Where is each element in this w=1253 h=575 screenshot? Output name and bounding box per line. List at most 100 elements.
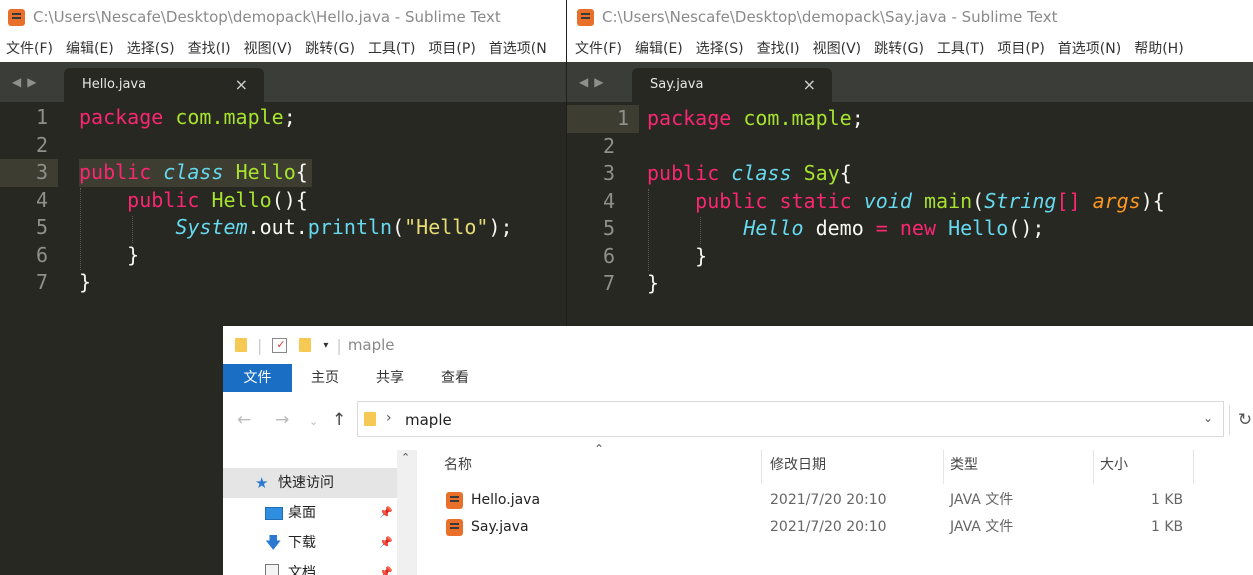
close-icon[interactable]: ×	[803, 75, 816, 94]
menu-file[interactable]: 文件(F)	[569, 38, 629, 58]
code-text: public class Say{	[647, 161, 852, 185]
menu-help[interactable]: 帮助(H)	[1128, 38, 1190, 58]
properties-check-icon[interactable]: ✓	[272, 337, 288, 353]
menu-goto[interactable]: 跳转(G)	[868, 38, 931, 58]
menu-find[interactable]: 查找(I)	[182, 38, 238, 58]
line-number: 3	[602, 161, 615, 185]
menu-project[interactable]: 项目(P)	[991, 38, 1051, 58]
back-arrow-icon[interactable]: ←	[237, 410, 251, 430]
sidebar-scrollbar[interactable]: ⌃	[397, 450, 417, 575]
sidebar-item-desktop[interactable]: 桌面 📌	[223, 498, 397, 528]
file-row[interactable]: Hello.java 2021/7/20 20:10 JAVA 文件 1 KB	[417, 487, 1253, 514]
code-text: Hello demo = new Hello();	[743, 216, 1045, 240]
menu-view[interactable]: 视图(V)	[238, 38, 300, 58]
pin-icon[interactable]: 📌	[379, 558, 393, 575]
explorer-title: maple	[347, 336, 395, 354]
code-text: public class Hello{	[79, 159, 312, 187]
line-number: 1	[567, 105, 639, 133]
file-list: ⌃ 名称 修改日期 类型 大小 Hello.java 2021/7/20 20:…	[417, 442, 1253, 575]
close-icon[interactable]: ×	[235, 75, 248, 94]
star-icon: ★	[255, 474, 269, 492]
code-line: 4 public static void main(String[] args)…	[567, 188, 1253, 216]
indent-guide	[80, 188, 81, 270]
tab-label: Say.java	[650, 77, 704, 92]
code-text: public Hello(){	[127, 187, 308, 212]
file-row[interactable]: Say.java 2021/7/20 20:10 JAVA 文件 1 KB	[417, 514, 1253, 541]
address-bar[interactable]: › maple ⌄	[357, 401, 1224, 437]
scroll-up-icon[interactable]: ⌃	[401, 451, 410, 464]
address-path: maple	[405, 411, 452, 429]
file-size: 1 KB	[1151, 519, 1184, 535]
sublime-window-hello: C:\Users\Nescafe\Desktop\demopack\Hello.…	[0, 0, 566, 326]
sublime-window-say: C:\Users\Nescafe\Desktop\demopack\Say.ja…	[567, 0, 1253, 326]
title-bar[interactable]: C:\Users\Nescafe\Desktop\demopack\Hello.…	[0, 0, 566, 34]
code-line: 2	[0, 132, 566, 160]
address-row: ← → ⌄ ↑ › maple ⌄ ↻	[223, 400, 1253, 440]
download-icon: 🡇	[265, 533, 282, 552]
indent-guide	[648, 189, 649, 271]
menu-view[interactable]: 视图(V)	[807, 38, 869, 58]
sidebar-item-label: 文档	[288, 565, 316, 575]
code-line: 5 System.out.println("Hello");	[0, 214, 566, 242]
menu-bar: 文件(F) 编辑(E) 选择(S) 查找(I) 视图(V) 跳转(G) 工具(T…	[567, 34, 1253, 62]
indent-guide	[700, 217, 701, 244]
up-arrow-icon[interactable]: ↑	[332, 410, 346, 430]
tab-share[interactable]: 共享	[366, 364, 414, 392]
column-header-type[interactable]: 类型	[944, 450, 1094, 484]
menu-project[interactable]: 项目(P)	[422, 38, 482, 58]
column-header-size[interactable]: 大小	[1094, 450, 1194, 484]
sublime-file-icon	[446, 519, 463, 536]
code-editor[interactable]: 1 package com.maple; 2 3 public class Hell…	[0, 104, 566, 297]
new-folder-icon[interactable]	[299, 338, 312, 352]
line-number: 2	[35, 132, 48, 157]
refresh-icon[interactable]: ↻	[1229, 405, 1253, 435]
title-bar[interactable]: C:\Users\Nescafe\Desktop\demopack\Say.ja…	[567, 0, 1253, 34]
pin-icon[interactable]: 📌	[379, 528, 393, 558]
ribbon-tabs: 文件 主页 共享 查看	[223, 364, 1253, 392]
folder-icon	[235, 338, 247, 352]
menu-preferences[interactable]: 首选项(N)	[1052, 38, 1128, 58]
pin-icon[interactable]: 📌	[379, 498, 393, 528]
sidebar-item-downloads[interactable]: 🡇 下载 📌	[223, 528, 397, 558]
line-number: 5	[35, 215, 48, 239]
code-text: public static void main(String[] args){	[695, 188, 1165, 213]
column-header-date[interactable]: 修改日期	[764, 450, 944, 484]
sidebar-item-label: 桌面	[288, 505, 316, 521]
sidebar-item-quick-access[interactable]: ★ 快速访问	[223, 468, 397, 498]
desktop-icon	[265, 507, 283, 520]
chevron-down-icon[interactable]: ▾	[323, 340, 328, 351]
menu-find[interactable]: 查找(I)	[751, 38, 807, 58]
menu-tools[interactable]: 工具(T)	[931, 38, 991, 58]
tab-home[interactable]: 主页	[301, 364, 349, 392]
column-header-name[interactable]: 名称	[438, 450, 762, 484]
chevron-down-icon[interactable]: ⌄	[309, 415, 318, 428]
menu-edit[interactable]: 编辑(E)	[629, 38, 690, 58]
tab-say-java[interactable]: Say.java ×	[632, 68, 832, 102]
sidebar-item-documents[interactable]: 文档 📌	[223, 558, 397, 575]
menu-tools[interactable]: 工具(T)	[362, 38, 422, 58]
code-text: package com.maple;	[79, 105, 296, 129]
menu-file[interactable]: 文件(F)	[0, 38, 60, 58]
file-name: Say.java	[471, 519, 529, 535]
code-editor[interactable]: 1 package com.maple; 2 3 public class Say{…	[567, 105, 1253, 298]
menu-selection[interactable]: 选择(S)	[690, 38, 751, 58]
code-text: package com.maple;	[647, 106, 864, 130]
tab-hello-java[interactable]: Hello.java ×	[64, 68, 264, 102]
menu-selection[interactable]: 选择(S)	[121, 38, 182, 58]
tab-view[interactable]: 查看	[431, 364, 479, 392]
menu-preferences[interactable]: 首选项(N	[483, 38, 554, 58]
forward-arrow-icon[interactable]: →	[275, 410, 289, 430]
menu-edit[interactable]: 编辑(E)	[60, 38, 121, 58]
code-line: 7}	[567, 270, 1253, 298]
code-line: 1 package com.maple;	[0, 104, 566, 132]
tab-nav-arrows-icon[interactable]: ◀▶	[12, 75, 42, 89]
menu-goto[interactable]: 跳转(G)	[299, 38, 362, 58]
sidebar-item-label: 快速访问	[278, 475, 334, 491]
chevron-right-icon[interactable]: ›	[386, 410, 392, 426]
chevron-down-icon[interactable]: ⌄	[1203, 411, 1213, 425]
tab-nav-arrows-icon[interactable]: ◀▶	[579, 75, 609, 89]
code-line: 6 }	[0, 242, 566, 270]
tab-file[interactable]: 文件	[223, 364, 292, 392]
explorer-title-bar[interactable]: | ✓ ▾ | maple	[223, 326, 1253, 364]
tab-bar: ◀▶ Hello.java ×	[0, 62, 566, 102]
